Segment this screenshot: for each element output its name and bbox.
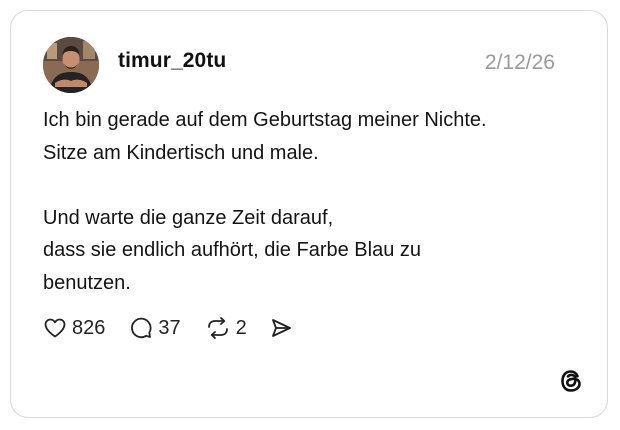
action-bar: 826 37 2 — [43, 311, 293, 345]
repost-arrows-icon — [205, 316, 231, 340]
repost-count: 2 — [235, 316, 247, 339]
send-icon — [269, 316, 293, 340]
repost-button[interactable]: 2 — [205, 316, 247, 340]
heart-icon — [43, 316, 67, 340]
speech-bubble-icon — [129, 316, 153, 340]
username[interactable]: timur_20tu — [118, 49, 226, 73]
post-text: Ich bin gerade auf dem Geburtstag meiner… — [43, 109, 487, 294]
reply-button[interactable]: 37 — [129, 316, 181, 340]
reply-count: 37 — [158, 316, 181, 339]
avatar[interactable] — [43, 37, 99, 93]
avatar-photo — [43, 37, 99, 93]
threads-logo-icon — [556, 366, 586, 396]
share-button[interactable] — [269, 316, 293, 340]
post-card: timur_20tu 2/12/26 Ich bin gerade auf de… — [10, 10, 608, 418]
post-timestamp: 2/12/26 — [484, 51, 555, 74]
like-button[interactable]: 826 — [43, 316, 105, 340]
like-count: 826 — [72, 316, 106, 339]
